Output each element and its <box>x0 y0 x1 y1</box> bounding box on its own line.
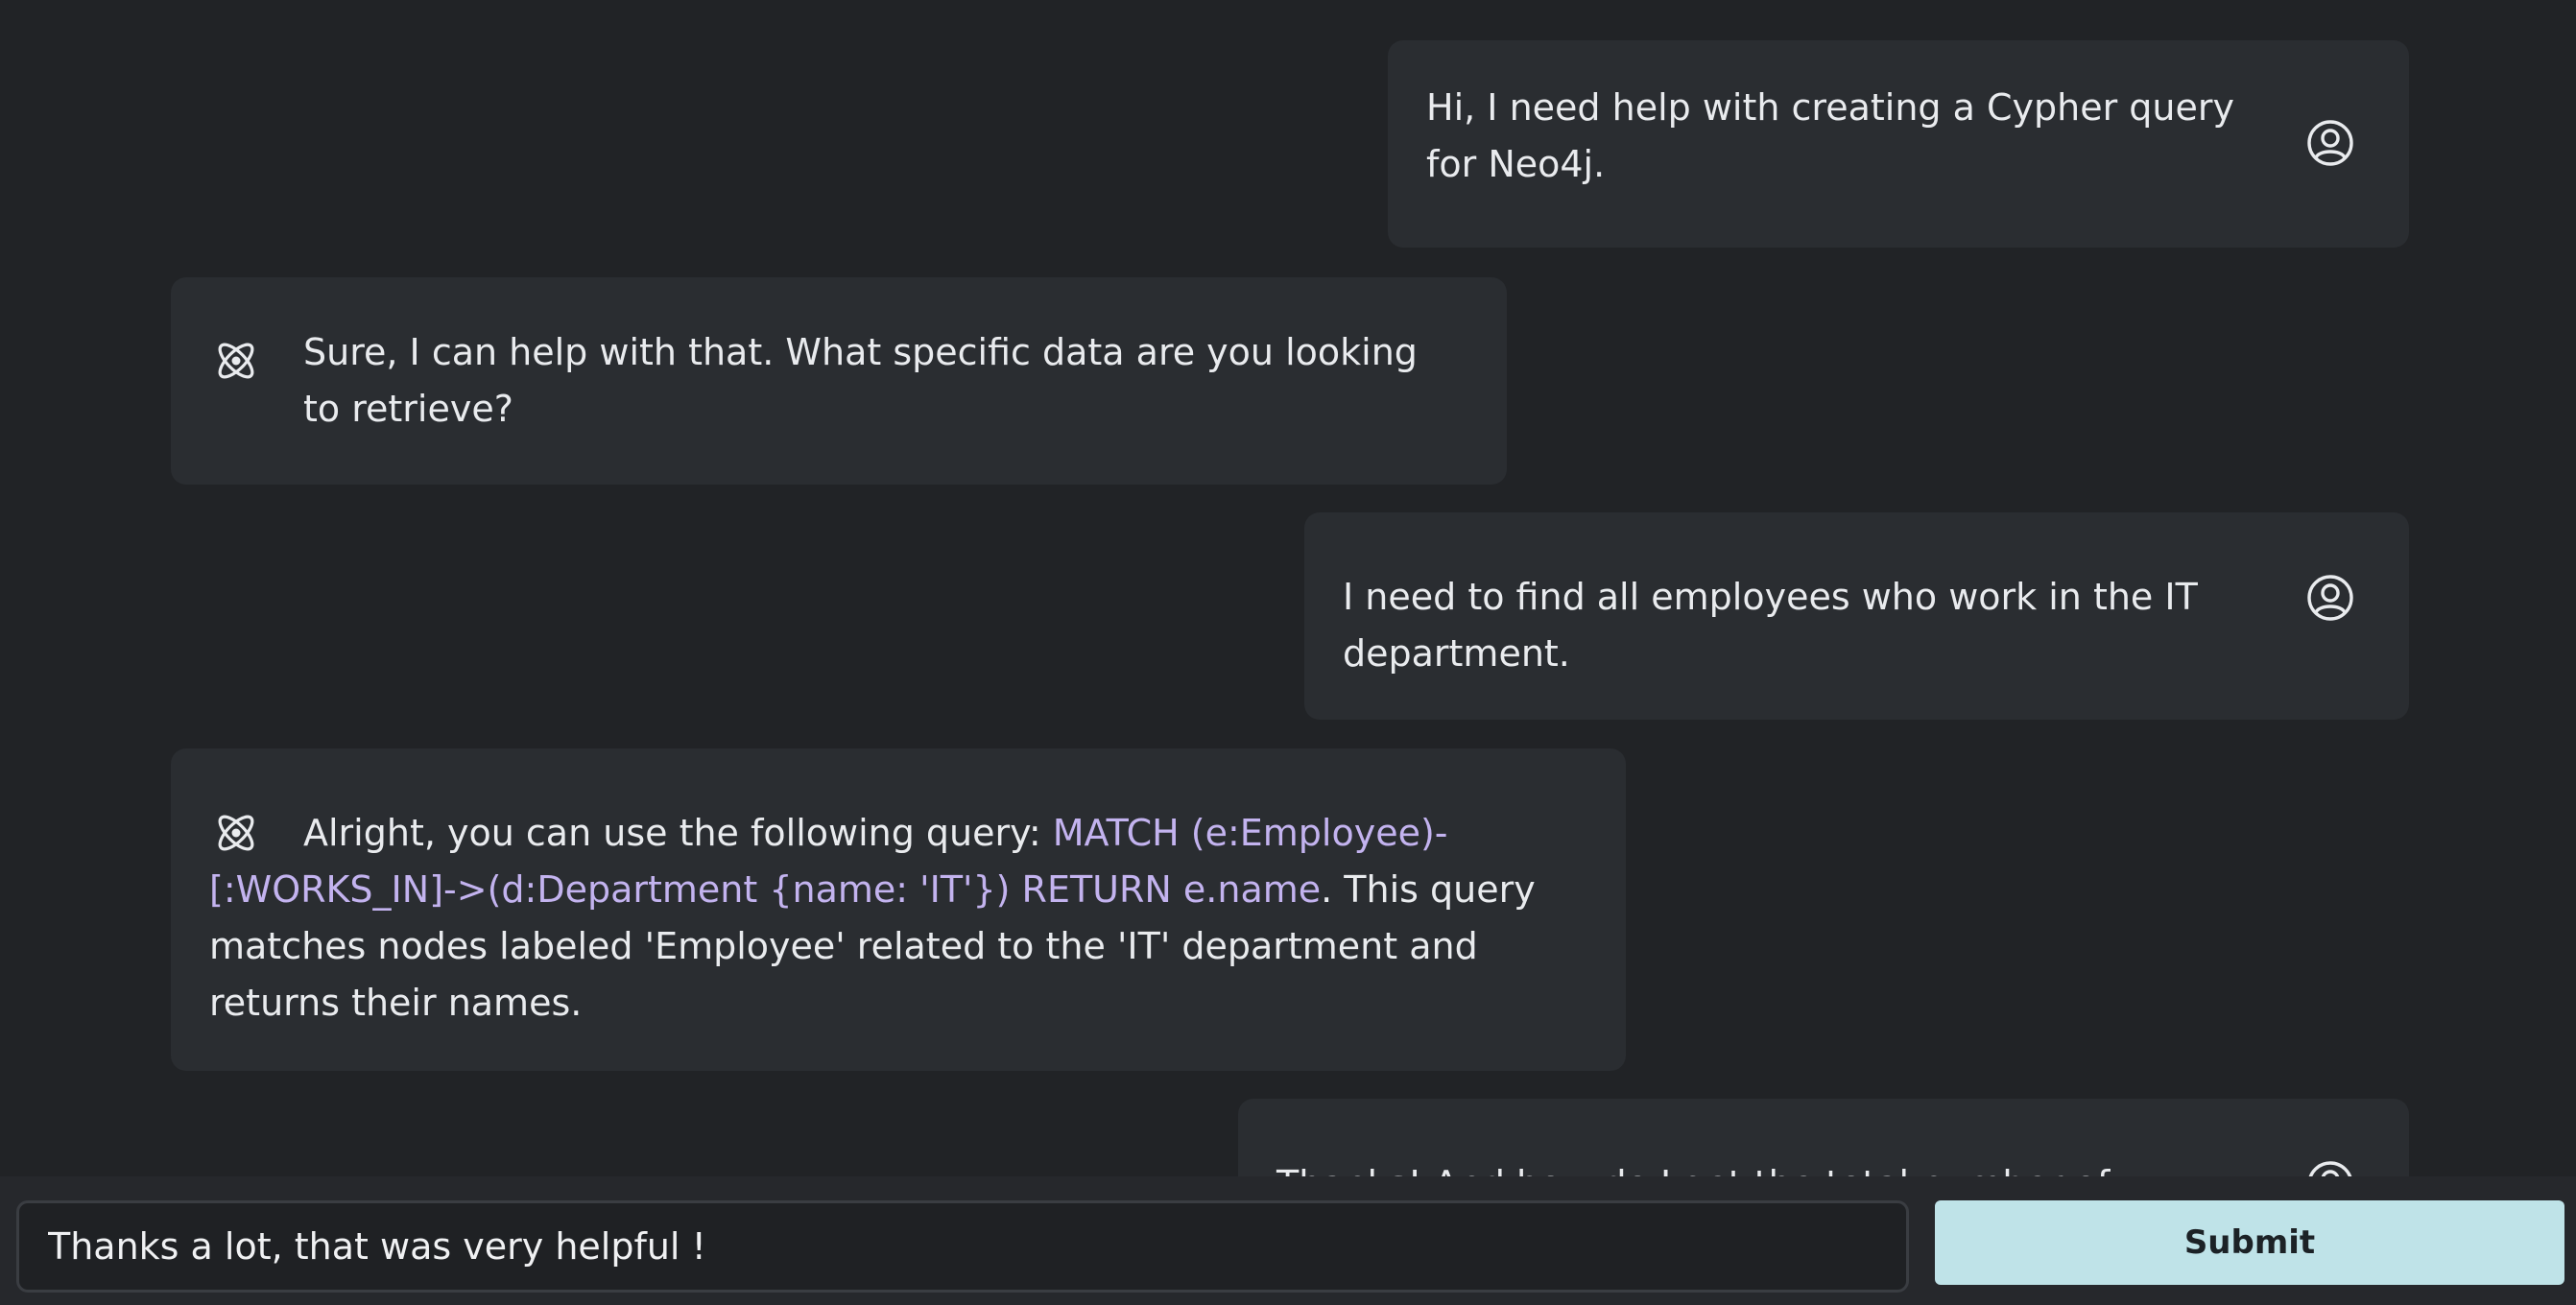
message-text: I need to find all employees who work in… <box>1343 576 2198 675</box>
assistant-message: Sure, I can help with that. What specifi… <box>171 277 1507 485</box>
user-circle-icon <box>2305 573 2355 623</box>
message-text: Hi, I need help with creating a Cypher q… <box>1426 86 2234 185</box>
message-text: Thanks! And how do I get the total numbe… <box>1276 1156 2294 1176</box>
user-message: I need to find all employees who work in… <box>1304 512 2409 720</box>
submit-button[interactable]: Submit <box>1935 1200 2564 1285</box>
user-message: Hi, I need help with creating a Cypher q… <box>1388 40 2409 248</box>
user-circle-icon <box>2305 1159 2355 1176</box>
chat-history: Hi, I need help with creating a Cypher q… <box>0 0 2576 1176</box>
message-input[interactable] <box>16 1200 1909 1293</box>
message-text: Alright, you can use the following query… <box>209 805 1601 1032</box>
atom-icon <box>211 336 261 386</box>
user-message: Thanks! And how do I get the total numbe… <box>1238 1099 2409 1176</box>
message-text-intro: Alright, you can use the following query… <box>303 812 1053 854</box>
message-text: Sure, I can help with that. What specifi… <box>303 331 1418 430</box>
composer-bar: Submit <box>0 1176 2576 1305</box>
user-circle-icon <box>2305 118 2355 168</box>
assistant-message: Alright, you can use the following query… <box>171 748 1626 1071</box>
